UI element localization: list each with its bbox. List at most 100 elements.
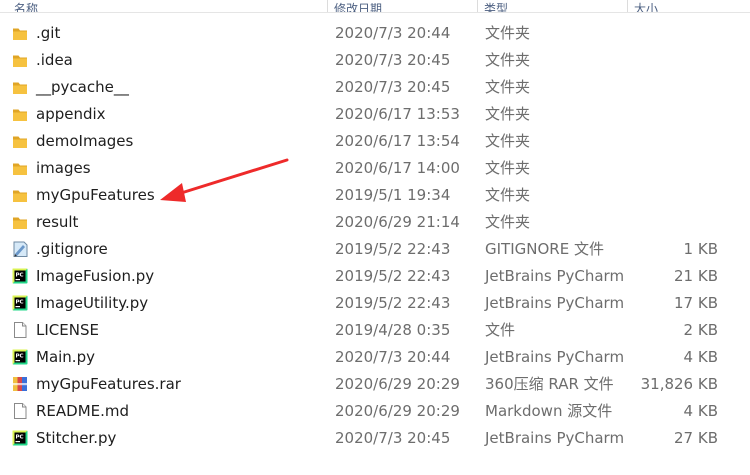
file-date: 2020/7/3 20:45	[335, 78, 451, 96]
file-date: 2020/7/3 20:45	[335, 429, 451, 447]
file-row[interactable]: .idea 2020/7/3 20:45 文件夹	[0, 46, 750, 73]
file-size: 4 KB	[683, 402, 718, 420]
column-separator[interactable]	[477, 0, 478, 12]
file-size	[630, 77, 718, 97]
column-name-header[interactable]: 名称	[14, 0, 314, 12]
file-type: GITIGNORE 文件	[485, 240, 604, 258]
file-size: 21 KB	[674, 267, 718, 285]
file-name: result	[36, 213, 79, 231]
file-row[interactable]: PC Stitcher.py 2020/7/3 20:45 JetBrains PyC…	[0, 424, 750, 451]
file-date: 2019/4/28 0:35	[335, 321, 451, 339]
file-size	[630, 131, 718, 151]
file-type: 文件夹	[485, 105, 531, 123]
file-name: appendix	[36, 105, 106, 123]
file-size: 2 KB	[683, 321, 718, 339]
file-type: 文件夹	[485, 24, 531, 42]
file-type: 文件夹	[485, 132, 531, 150]
pycharm-file-icon: PC	[12, 268, 28, 284]
file-type: JetBrains PyCharm	[485, 348, 625, 366]
folder-icon	[13, 28, 27, 40]
file-row[interactable]: PC ImageFusion.py 2019/5/2 22:43 JetBrains …	[0, 262, 750, 289]
file-type: JetBrains PyCharm	[485, 429, 625, 447]
file-row[interactable]: myGpuFeatures 2019/5/1 19:34 文件夹	[0, 181, 750, 208]
file-size	[630, 158, 718, 178]
folder-icon	[13, 136, 27, 148]
file-date: 2020/6/29 20:29	[335, 402, 460, 420]
column-date-header[interactable]: 修改日期	[334, 0, 474, 12]
file-date: 2020/7/3 20:45	[335, 51, 451, 69]
file-row[interactable]: appendix 2020/6/17 13:53 文件夹	[0, 100, 750, 127]
file-date: 2020/7/3 20:44	[335, 348, 451, 366]
blank-file-icon	[14, 322, 27, 338]
file-row[interactable]: PC Main.py 2020/7/3 20:44 JetBrains PyCharm…	[0, 343, 750, 370]
file-type: 文件夹	[485, 159, 531, 177]
file-type: JetBrains PyCharm	[485, 267, 625, 285]
file-size: 31,826 KB	[640, 375, 718, 393]
file-date: 2020/6/17 13:54	[335, 132, 460, 150]
file-type: 文件夹	[485, 213, 531, 231]
file-row[interactable]: myGpuFeatures.rar 2020/6/29 20:29 360压缩 RA…	[0, 370, 750, 397]
svg-text:PC: PC	[16, 435, 24, 441]
file-size: 17 KB	[674, 294, 718, 312]
folder-icon	[13, 190, 27, 202]
file-row[interactable]: __pycache__ 2020/7/3 20:45 文件夹	[0, 73, 750, 100]
file-row[interactable]: README.md 2020/6/29 20:29 Markdown 源文件 4 KB	[0, 397, 750, 424]
folder-icon	[13, 163, 27, 175]
file-explorer: 名称 修改日期 类型 大小 .git 2020/7/3 20:44 文件夹 .idea…	[0, 0, 750, 475]
file-name: myGpuFeatures.rar	[36, 375, 181, 393]
file-name: Stitcher.py	[36, 429, 117, 447]
column-type-header[interactable]: 类型	[484, 0, 624, 12]
file-row[interactable]: .git 2020/7/3 20:44 文件夹	[0, 19, 750, 46]
file-name: .idea	[36, 51, 73, 69]
file-size	[630, 23, 718, 43]
column-header: 名称 修改日期 类型 大小	[0, 0, 750, 13]
file-type: 文件夹	[485, 78, 531, 96]
file-date: 2020/6/29 20:29	[335, 375, 460, 393]
file-date: 2019/5/2 22:43	[335, 267, 451, 285]
file-name: myGpuFeatures	[36, 186, 155, 204]
file-size	[630, 104, 718, 124]
pycharm-file-icon: PC	[12, 349, 28, 365]
file-name: README.md	[36, 402, 130, 420]
file-type: 文件夹	[485, 186, 531, 204]
file-size: 4 KB	[683, 348, 718, 366]
notepad-file-icon	[13, 241, 28, 257]
file-type: 360压缩 RAR 文件	[485, 375, 614, 393]
file-name: ImageFusion.py	[36, 267, 155, 285]
file-row[interactable]: .gitignore 2019/5/2 22:43 GITIGNORE 文件 1 KB	[0, 235, 750, 262]
file-row[interactable]: demoImages 2020/6/17 13:54 文件夹	[0, 127, 750, 154]
file-row[interactable]: result 2020/6/29 21:14 文件夹	[0, 208, 750, 235]
folder-icon	[13, 82, 27, 94]
file-type: 文件	[485, 321, 516, 339]
folder-icon	[13, 217, 27, 229]
rar-archive-icon	[13, 377, 27, 391]
file-date: 2019/5/2 22:43	[335, 240, 451, 258]
blank-file-icon	[14, 403, 27, 419]
file-name: .gitignore	[36, 240, 108, 258]
file-name: Main.py	[36, 348, 95, 366]
column-separator[interactable]	[327, 0, 328, 12]
file-date: 2020/6/17 14:00	[335, 159, 460, 177]
file-name: __pycache__	[36, 78, 129, 96]
file-row[interactable]: PC ImageUtility.py 2019/5/2 22:43 JetBrains…	[0, 289, 750, 316]
file-date: 2020/7/3 20:44	[335, 24, 451, 42]
column-separator[interactable]	[627, 0, 628, 12]
file-row[interactable]: LICENSE 2019/4/28 0:35 文件 2 KB	[0, 316, 750, 343]
file-size	[630, 50, 718, 70]
pycharm-file-icon: PC	[12, 430, 28, 446]
svg-text:PC: PC	[16, 354, 24, 360]
column-size-header[interactable]: 大小	[634, 0, 744, 12]
pycharm-file-icon: PC	[12, 295, 28, 311]
file-type: Markdown 源文件	[485, 402, 613, 420]
file-size	[630, 185, 718, 205]
file-size: 27 KB	[674, 429, 718, 447]
file-row[interactable]: images 2020/6/17 14:00 文件夹	[0, 154, 750, 181]
file-date: 2019/5/2 22:43	[335, 294, 451, 312]
file-name: LICENSE	[36, 321, 99, 339]
file-size: 1 KB	[683, 240, 718, 258]
svg-text:PC: PC	[16, 300, 24, 306]
file-type: JetBrains PyCharm	[485, 294, 625, 312]
file-name: demoImages	[36, 132, 134, 150]
file-name: images	[36, 159, 91, 177]
folder-icon	[13, 109, 27, 121]
